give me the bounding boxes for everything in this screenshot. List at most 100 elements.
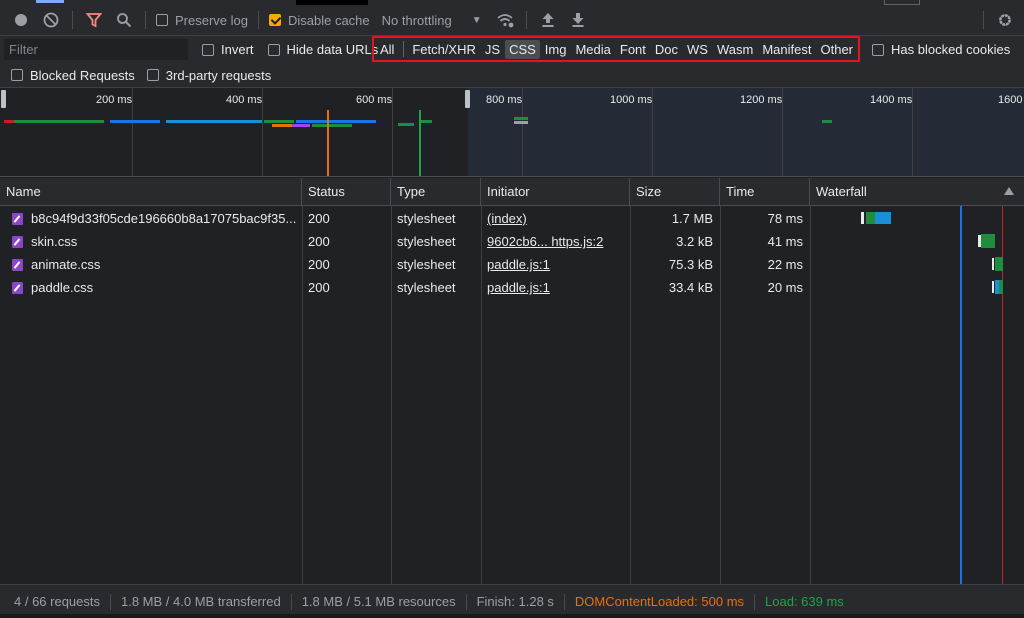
hide-data-urls-toggle[interactable]: Hide data URLs bbox=[267, 42, 378, 57]
request-status: 200 bbox=[308, 257, 330, 272]
request-name[interactable]: animate.css bbox=[6, 253, 300, 276]
column-header-type[interactable]: Type bbox=[391, 178, 481, 206]
request-time: 20 ms bbox=[767, 280, 803, 295]
search-button[interactable] bbox=[109, 6, 139, 34]
request-initiator-link[interactable]: 9602cb6... https.js:2 bbox=[481, 230, 630, 253]
clear-icon bbox=[43, 12, 59, 28]
overview-dom-content-loaded-marker bbox=[327, 110, 329, 176]
overview-activity-bar bbox=[514, 121, 528, 124]
requests-table-header: Name Status Type Initiator Size Time Wat… bbox=[0, 178, 1024, 206]
waterfall-bar-queue bbox=[992, 258, 994, 270]
dom-content-loaded-time: DOMContentLoaded: 500 ms bbox=[574, 594, 745, 609]
waterfall-bar-queue bbox=[992, 281, 994, 293]
type-filter-doc[interactable]: Doc bbox=[651, 40, 682, 59]
waterfall-bar-waiting bbox=[995, 257, 1003, 271]
invert-checkbox[interactable] bbox=[202, 43, 214, 56]
type-filter-ws[interactable]: WS bbox=[683, 40, 712, 59]
summary-divider bbox=[465, 593, 467, 610]
invert-label: Invert bbox=[221, 42, 254, 57]
overview-gridline bbox=[522, 88, 523, 176]
third-party-toggle[interactable]: 3rd-party requests bbox=[146, 68, 271, 83]
preserve-log-label: Preserve log bbox=[175, 12, 248, 28]
resource-type-filter-group: All Fetch/XHR JS CSS Img Media Font Doc … bbox=[372, 36, 860, 62]
export-har-button[interactable] bbox=[563, 6, 593, 34]
filter-toggle-button[interactable] bbox=[79, 6, 109, 34]
filter-input[interactable] bbox=[4, 39, 188, 60]
column-header-name-label: Name bbox=[6, 184, 41, 199]
summary-divider bbox=[563, 593, 565, 610]
type-filter-css[interactable]: CSS bbox=[505, 39, 540, 59]
table-row[interactable]: b8c94f9d33f05cde196660b8a17075bac9f35...… bbox=[0, 207, 1024, 230]
overview-gridline bbox=[392, 88, 393, 176]
blocked-requests-toggle[interactable]: Blocked Requests bbox=[11, 68, 135, 83]
invert-toggle[interactable]: Invert bbox=[202, 42, 254, 57]
type-filter-font[interactable]: Font bbox=[616, 40, 650, 59]
request-initiator-link[interactable]: paddle.js:1 bbox=[481, 276, 630, 299]
network-summary-bar: 4 / 66 requests 1.8 MB / 4.0 MB transfer… bbox=[0, 584, 1024, 618]
network-settings-button[interactable] bbox=[990, 6, 1020, 34]
request-name[interactable]: b8c94f9d33f05cde196660b8a17075bac9f35... bbox=[6, 207, 300, 230]
stylesheet-file-icon bbox=[12, 282, 23, 294]
type-filter-fetch-xhr[interactable]: Fetch/XHR bbox=[408, 40, 480, 59]
disable-cache-checkbox[interactable] bbox=[268, 14, 281, 26]
hide-data-urls-checkbox[interactable] bbox=[267, 43, 280, 56]
overview-tick-label: 1000 ms bbox=[610, 94, 653, 106]
preserve-log-toggle[interactable]: Preserve log bbox=[156, 13, 248, 28]
disable-cache-toggle[interactable]: Disable cache bbox=[268, 13, 370, 28]
column-header-size[interactable]: Size bbox=[630, 178, 720, 206]
overview-activity-bar bbox=[264, 120, 294, 123]
type-filter-all[interactable]: All bbox=[376, 40, 398, 59]
table-row[interactable]: animate.css 200 stylesheet paddle.js:1 7… bbox=[0, 253, 1024, 276]
column-header-status[interactable]: Status bbox=[302, 178, 391, 206]
column-header-initiator[interactable]: Initiator bbox=[481, 178, 630, 206]
column-header-time[interactable]: Time bbox=[720, 178, 810, 206]
blocked-requests-checkbox[interactable] bbox=[11, 69, 23, 81]
request-status: 200 bbox=[308, 211, 330, 226]
wifi-settings-icon bbox=[497, 14, 514, 28]
table-row[interactable]: paddle.css 200 stylesheet paddle.js:1 33… bbox=[0, 276, 1024, 299]
table-row[interactable]: skin.css 200 stylesheet 9602cb6... https… bbox=[0, 230, 1024, 253]
type-filter-media[interactable]: Media bbox=[571, 40, 614, 59]
import-har-button[interactable] bbox=[533, 6, 563, 34]
request-initiator-link[interactable]: (index) bbox=[481, 207, 630, 230]
throttling-select[interactable]: No throttling ▼ bbox=[382, 13, 482, 28]
sort-ascending-icon bbox=[1004, 187, 1014, 195]
request-name[interactable]: paddle.css bbox=[6, 276, 300, 299]
request-name-text: animate.css bbox=[31, 257, 101, 272]
stylesheet-file-icon bbox=[12, 213, 23, 225]
has-blocked-cookies-checkbox[interactable] bbox=[872, 43, 884, 56]
overview-tick-label: 400 ms bbox=[226, 94, 263, 106]
request-initiator-link[interactable]: paddle.js:1 bbox=[481, 253, 630, 276]
network-conditions-button[interactable] bbox=[490, 6, 520, 34]
type-filter-manifest[interactable]: Manifest bbox=[758, 40, 815, 59]
type-filter-other[interactable]: Other bbox=[816, 40, 857, 59]
column-header-time-label: Time bbox=[726, 184, 755, 199]
type-filter-wasm[interactable]: Wasm bbox=[713, 40, 757, 59]
request-name-text: skin.css bbox=[31, 234, 78, 249]
request-size: 33.4 kB bbox=[668, 280, 713, 295]
type-filter-img[interactable]: Img bbox=[541, 40, 571, 59]
overview-tick-label: 1200 ms bbox=[740, 94, 783, 106]
overview-right-handle[interactable] bbox=[465, 90, 470, 108]
has-blocked-cookies-toggle[interactable]: Has blocked cookies bbox=[872, 42, 1010, 57]
transferred-size: 1.8 MB / 4.0 MB transferred bbox=[121, 594, 281, 609]
toolbar-divider bbox=[257, 11, 259, 29]
preserve-log-checkbox[interactable] bbox=[156, 14, 168, 26]
overview-load-marker bbox=[419, 110, 421, 176]
timeline-overview[interactable]: 200 ms 400 ms 600 ms 800 ms 1000 ms 1200… bbox=[0, 88, 1024, 177]
third-party-checkbox[interactable] bbox=[146, 69, 159, 81]
record-button[interactable] bbox=[6, 6, 36, 34]
request-name-text: b8c94f9d33f05cde196660b8a17075bac9f35... bbox=[31, 211, 297, 226]
overview-left-handle[interactable] bbox=[1, 90, 6, 108]
toolbar-divider bbox=[145, 11, 146, 29]
request-name[interactable]: skin.css bbox=[6, 230, 300, 253]
column-header-name[interactable]: Name bbox=[0, 178, 302, 206]
overview-tick-label: 1400 ms bbox=[870, 94, 913, 106]
overview-activity-bar bbox=[312, 124, 352, 127]
overview-activity-bar bbox=[420, 120, 432, 123]
toolbar-divider bbox=[72, 11, 73, 29]
clear-button[interactable] bbox=[36, 6, 66, 34]
type-filter-js[interactable]: JS bbox=[481, 40, 504, 59]
network-toolbar: Preserve log Disable cache No throttling… bbox=[0, 5, 1024, 36]
column-header-waterfall[interactable]: Waterfall bbox=[810, 178, 1024, 206]
